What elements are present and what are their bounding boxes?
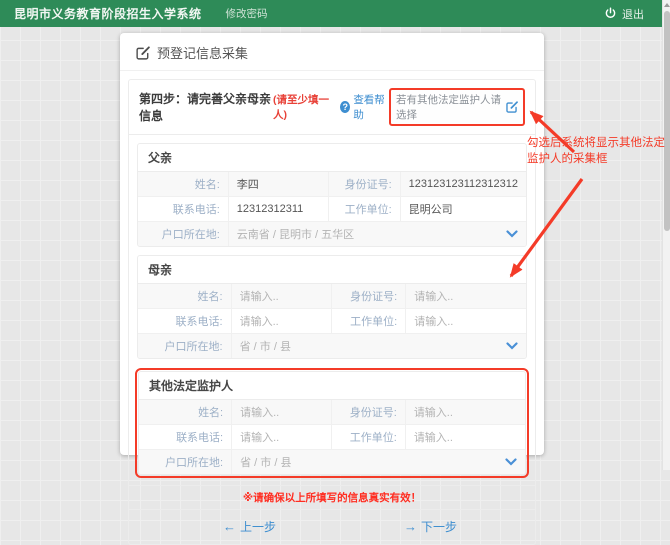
field-label: 身份证号:: [332, 400, 405, 425]
father-region-select[interactable]: 云南省 / 昆明市 / 五华区: [228, 222, 526, 247]
edit-square-icon: [136, 46, 150, 60]
father-fields-table: 姓名: 李四 身份证号: 123123123112312312 联系电话: 12…: [138, 172, 526, 246]
guardian-region-value: 省 / 市 / 县: [240, 454, 291, 470]
table-row: 联系电话: 请输入.. 工作单位: 请输入..: [139, 425, 525, 450]
guardian-phone-field[interactable]: 请输入..: [232, 425, 332, 450]
field-label: 身份证号:: [332, 284, 406, 309]
field-label: 联系电话:: [138, 309, 231, 334]
next-step-label: 下一步: [421, 518, 457, 535]
guardian-id-field[interactable]: 请输入..: [405, 400, 525, 425]
field-label: 身份证号:: [328, 172, 400, 197]
table-row: 姓名: 请输入.. 身份证号: 请输入..: [138, 284, 526, 309]
mother-region-select[interactable]: 省 / 市 / 县: [231, 334, 526, 359]
guardian-region-select[interactable]: 省 / 市 / 县: [232, 450, 525, 475]
table-row: 联系电话: 请输入.. 工作单位: 请输入..: [138, 309, 526, 334]
mother-employer-field[interactable]: 请输入..: [406, 309, 526, 334]
app-title: 昆明市义务教育阶段招生入学系统: [14, 5, 202, 22]
table-row: 户口所在地: 省 / 市 / 县: [139, 450, 525, 475]
logout-button[interactable]: 退出: [604, 6, 644, 22]
field-label: 户口所在地:: [138, 222, 228, 247]
scrollbar-thumb[interactable]: [664, 11, 670, 231]
step-header-row: 第四步：请完善父亲母亲信息 (请至少填一人) ? 查看帮助 若有其他法定监护人请…: [129, 80, 535, 135]
card-header: 预登记信息采集: [120, 33, 544, 71]
field-label: 工作单位:: [332, 425, 405, 450]
change-password-link[interactable]: 修改密码: [226, 6, 268, 21]
field-label: 联系电话:: [138, 197, 228, 222]
table-row: 姓名: 李四 身份证号: 123123123112312312: [138, 172, 526, 197]
form-panel: 第四步：请完善父亲母亲信息 (请至少填一人) ? 查看帮助 若有其他法定监护人请…: [128, 79, 536, 545]
section-mother-title: 母亲: [138, 256, 526, 284]
field-label: 工作单位:: [328, 197, 400, 222]
table-row: 户口所在地: 省 / 市 / 县: [138, 334, 526, 359]
top-nav-bar: 昆明市义务教育阶段招生入学系统 修改密码 退出: [0, 0, 662, 27]
check-square-icon: [506, 101, 518, 113]
father-name-field[interactable]: 李四: [228, 172, 328, 197]
section-father: 父亲 姓名: 李四 身份证号: 123123123112312312 联系电话:…: [137, 143, 527, 247]
prev-step-button[interactable]: ← 上一步: [223, 518, 276, 535]
guardian-name-field[interactable]: 请输入..: [232, 400, 332, 425]
prev-step-label: 上一步: [240, 518, 276, 535]
annotation-note: 勾选后系统将显示其他法定监护人的采集框: [527, 135, 670, 168]
arrow-right-icon: →: [404, 519, 417, 534]
section-other-guardian: 其他法定监护人 姓名: 请输入.. 身份证号: 请输入.. 联系电话: 请输入.…: [138, 371, 526, 475]
chevron-down-icon[interactable]: [506, 230, 518, 238]
mother-phone-field[interactable]: 请输入..: [231, 309, 332, 334]
step-title: 第四步：请完善父亲母亲信息: [139, 90, 273, 124]
section-mother: 母亲 姓名: 请输入.. 身份证号: 请输入.. 联系电话: 请输入.. 工作单…: [137, 255, 527, 359]
next-step-button[interactable]: → 下一步: [404, 518, 457, 535]
arrow-left-icon: ←: [223, 519, 236, 534]
father-region-value: 云南省 / 昆明市 / 五华区: [237, 226, 354, 242]
section-father-title: 父亲: [138, 144, 526, 172]
field-label: 户口所在地:: [139, 450, 232, 475]
mother-name-field[interactable]: 请输入..: [231, 284, 332, 309]
chevron-down-icon[interactable]: [505, 458, 517, 466]
mother-id-field[interactable]: 请输入..: [406, 284, 526, 309]
other-guardian-select-button[interactable]: 若有其他法定监护人请选择: [389, 88, 525, 126]
guardian-employer-field[interactable]: 请输入..: [405, 425, 525, 450]
chevron-down-icon[interactable]: [506, 342, 518, 350]
field-label: 户口所在地:: [138, 334, 231, 359]
scrollbar-up-arrow[interactable]: [664, 3, 670, 7]
scrollbar[interactable]: [662, 0, 670, 470]
power-icon: [604, 7, 617, 20]
father-phone-field[interactable]: 12312312311: [228, 197, 328, 222]
guardian-fields-table: 姓名: 请输入.. 身份证号: 请输入.. 联系电话: 请输入.. 工作单位: …: [139, 400, 525, 474]
table-row: 联系电话: 12312312311 工作单位: 昆明公司: [138, 197, 526, 222]
step-hint: (请至少填一人): [273, 92, 333, 122]
page-title: 预登记信息采集: [157, 43, 248, 62]
field-label: 姓名:: [138, 172, 228, 197]
pre-registration-card: 预登记信息采集 第四步：请完善父亲母亲信息 (请至少填一人) ? 查看帮助 若有…: [120, 33, 544, 455]
field-label: 姓名:: [138, 284, 231, 309]
field-label: 姓名:: [139, 400, 232, 425]
question-circle-icon: ?: [340, 101, 350, 113]
validity-warning: ※请确保以上所填写的信息真实有效！: [129, 485, 535, 510]
father-id-field[interactable]: 123123123112312312: [400, 172, 526, 197]
nav-buttons-row: ← 上一步 → 下一步: [129, 510, 535, 544]
logout-label: 退出: [622, 6, 644, 22]
section-other-guardian-title: 其他法定监护人: [139, 372, 525, 400]
table-row: 姓名: 请输入.. 身份证号: 请输入..: [139, 400, 525, 425]
mother-region-value: 省 / 市 / 县: [240, 338, 291, 354]
table-row: 户口所在地: 云南省 / 昆明市 / 五华区: [138, 222, 526, 247]
field-label: 工作单位:: [332, 309, 406, 334]
guardian-select-label: 若有其他法定监护人请选择: [396, 92, 502, 122]
field-label: 联系电话:: [139, 425, 232, 450]
view-help-link[interactable]: ? 查看帮助: [340, 92, 389, 122]
father-employer-field[interactable]: 昆明公司: [400, 197, 526, 222]
view-help-label: 查看帮助: [353, 92, 389, 122]
mother-fields-table: 姓名: 请输入.. 身份证号: 请输入.. 联系电话: 请输入.. 工作单位: …: [138, 284, 526, 358]
